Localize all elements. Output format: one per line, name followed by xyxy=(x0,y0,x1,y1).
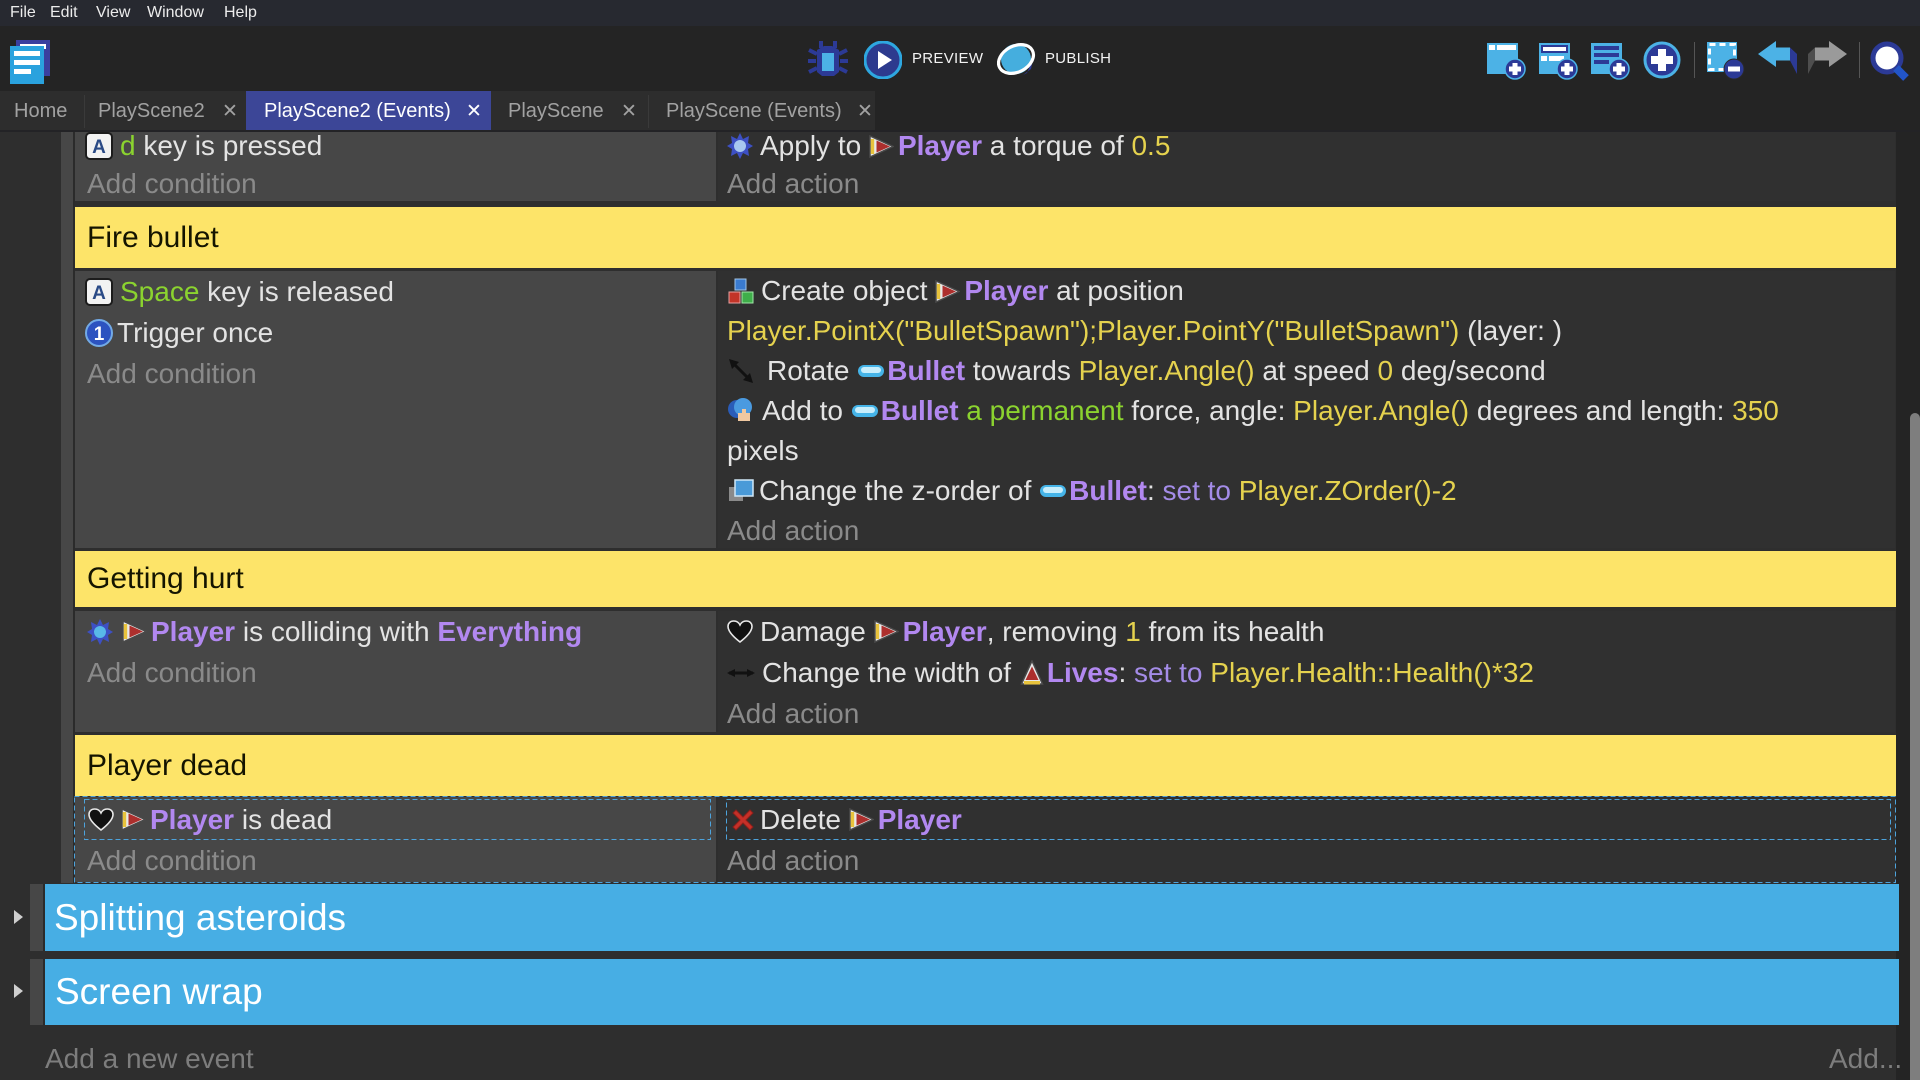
svg-text:A: A xyxy=(92,283,106,304)
svg-text:A: A xyxy=(92,137,106,158)
svg-text:1: 1 xyxy=(94,324,105,345)
